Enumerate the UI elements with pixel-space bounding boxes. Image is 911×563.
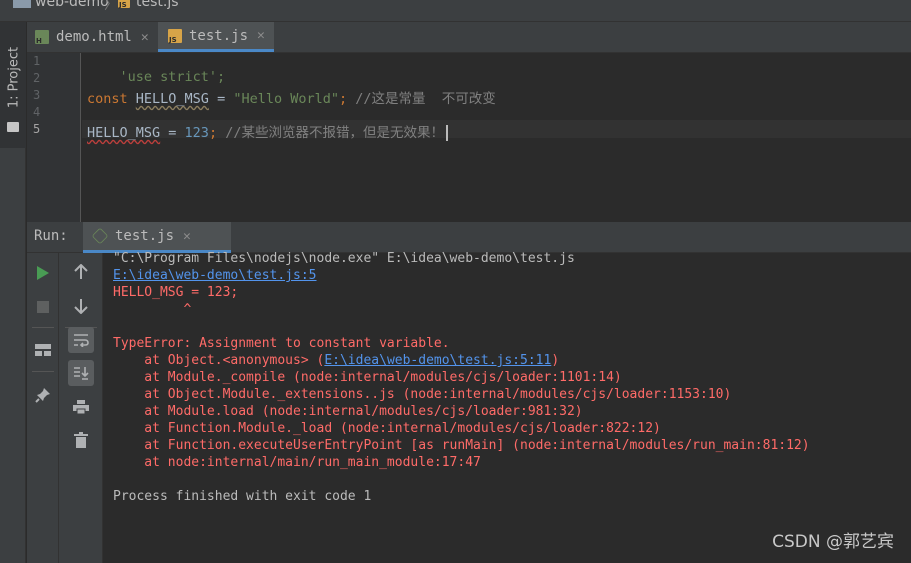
print-icon[interactable] bbox=[68, 394, 94, 420]
scroll-to-end-icon[interactable] bbox=[68, 360, 94, 386]
navigation-bar: web-demo 〉 JS test.js bbox=[0, 0, 911, 22]
tab-label: test.js bbox=[189, 27, 249, 44]
project-tab-label: 1: Project bbox=[6, 46, 22, 109]
code-editor[interactable]: 'use strict'; const HELLO_MSG = "Hello W… bbox=[82, 53, 911, 222]
run-panel-header: Run: test.js ✕ bbox=[27, 222, 911, 253]
file-location-link[interactable]: E:\idea\web-demo\test.js:5 bbox=[113, 268, 317, 283]
console-output[interactable]: "C:\Program Files\nodejs\node.exe" E:\id… bbox=[103, 251, 911, 563]
keyword: const bbox=[87, 91, 128, 107]
operator: = bbox=[208, 91, 234, 107]
watermark: CSDN @郭艺宾 bbox=[772, 532, 894, 552]
console-command-line: "C:\Program Files\nodejs\node.exe" E:\id… bbox=[113, 251, 575, 266]
breadcrumb-project[interactable]: web-demo bbox=[35, 0, 109, 10]
html-file-icon: H bbox=[35, 30, 49, 45]
up-arrow-icon[interactable] bbox=[68, 259, 94, 285]
string-literal: 'use strict'; bbox=[119, 69, 226, 85]
toolbar-divider bbox=[32, 371, 54, 372]
run-tab-label: test.js bbox=[115, 228, 175, 244]
number-literal: 123 bbox=[184, 125, 209, 141]
semicolon: ; bbox=[339, 91, 348, 107]
semicolon: ; bbox=[208, 125, 218, 141]
soft-wrap-icon[interactable] bbox=[68, 327, 94, 353]
folder-icon bbox=[13, 0, 31, 8]
comment: //某些浏览器不报错，但是无效果！ bbox=[217, 125, 444, 141]
folder-icon bbox=[7, 122, 19, 132]
tab-demo-html[interactable]: H demo.html ✕ bbox=[35, 22, 155, 52]
close-icon[interactable]: ✕ bbox=[141, 30, 149, 45]
line-number: 3 bbox=[33, 88, 41, 102]
stack-trace-line: at Function.executeUserEntryPoint [as ru… bbox=[113, 438, 810, 453]
nodejs-icon bbox=[91, 227, 109, 245]
run-icon[interactable] bbox=[30, 260, 56, 286]
stack-trace-line: at Object.<anonymous> (E:\idea\web-demo\… bbox=[113, 353, 559, 368]
code-line-5: HELLO_MSG = 123; //某些浏览器不报错，但是无效果！ bbox=[87, 121, 448, 141]
breadcrumb-file[interactable]: JS test.js bbox=[118, 0, 179, 10]
run-toolbar-primary bbox=[27, 253, 59, 563]
editor-tab-bar: H demo.html ✕ JS test.js ✕ bbox=[27, 22, 911, 53]
line-number: 4 bbox=[33, 105, 41, 119]
breadcrumb-separator: 〉 bbox=[104, 0, 118, 13]
js-file-icon: JS bbox=[118, 0, 130, 9]
stack-trace-line: at Object.Module._extensions..js (node:i… bbox=[113, 387, 732, 402]
run-tab-test-js[interactable]: test.js ✕ bbox=[83, 222, 231, 253]
close-icon[interactable]: ✕ bbox=[183, 229, 191, 244]
stack-text: ) bbox=[551, 353, 560, 368]
string-literal: "Hello World" bbox=[233, 91, 339, 107]
pin-icon[interactable] bbox=[30, 382, 56, 408]
breadcrumb-file-label: test.js bbox=[136, 0, 179, 10]
stop-icon[interactable] bbox=[30, 294, 56, 320]
trash-icon[interactable] bbox=[68, 427, 94, 453]
toolbar-divider bbox=[32, 327, 54, 328]
stack-trace-line: at Module.load (node:internal/modules/cj… bbox=[113, 404, 583, 419]
editor-gutter: 1 2 3 4 5 bbox=[27, 53, 81, 222]
line-number: 2 bbox=[33, 71, 41, 85]
line-number: 5 bbox=[33, 122, 41, 136]
js-file-icon: JS bbox=[168, 28, 182, 44]
line-number: 1 bbox=[33, 54, 41, 68]
layout-icon[interactable] bbox=[30, 337, 56, 363]
tab-label: demo.html bbox=[56, 29, 132, 45]
console-line: ^ bbox=[113, 302, 192, 317]
stack-file-link[interactable]: E:\idea\web-demo\test.js:5:11 bbox=[324, 353, 551, 368]
left-tool-strip: 1: Project bbox=[0, 22, 26, 563]
close-icon[interactable]: ✕ bbox=[257, 28, 265, 43]
identifier: HELLO_MSG bbox=[135, 91, 209, 107]
identifier: HELLO_MSG bbox=[87, 125, 161, 141]
console-line: E:\idea\web-demo\test.js:5 bbox=[113, 268, 317, 283]
stack-text: at Object.<anonymous> ( bbox=[113, 353, 325, 368]
stack-trace-line: at node:internal/main/run_main_module:17… bbox=[113, 455, 481, 470]
comment: //这是常量 不可改变 bbox=[347, 91, 496, 107]
project-tool-tab[interactable]: 1: Project bbox=[0, 22, 26, 148]
console-line: HELLO_MSG = 123; bbox=[113, 285, 239, 300]
down-arrow-icon[interactable] bbox=[68, 293, 94, 319]
run-toolbar-secondary bbox=[59, 253, 103, 563]
run-label: Run: bbox=[34, 228, 68, 244]
code-line-3: const HELLO_MSG = "Hello World"; //这是常量 … bbox=[87, 87, 496, 107]
stack-trace-line: at Function.Module._load (node:internal/… bbox=[113, 421, 661, 436]
text-caret bbox=[445, 125, 448, 141]
error-message: TypeError: Assignment to constant variab… bbox=[113, 336, 450, 351]
operator: = bbox=[160, 125, 185, 141]
process-exit-line: Process finished with exit code 1 bbox=[113, 489, 372, 504]
tab-test-js[interactable]: JS test.js ✕ bbox=[158, 22, 274, 52]
stack-trace-line: at Module._compile (node:internal/module… bbox=[113, 370, 622, 385]
